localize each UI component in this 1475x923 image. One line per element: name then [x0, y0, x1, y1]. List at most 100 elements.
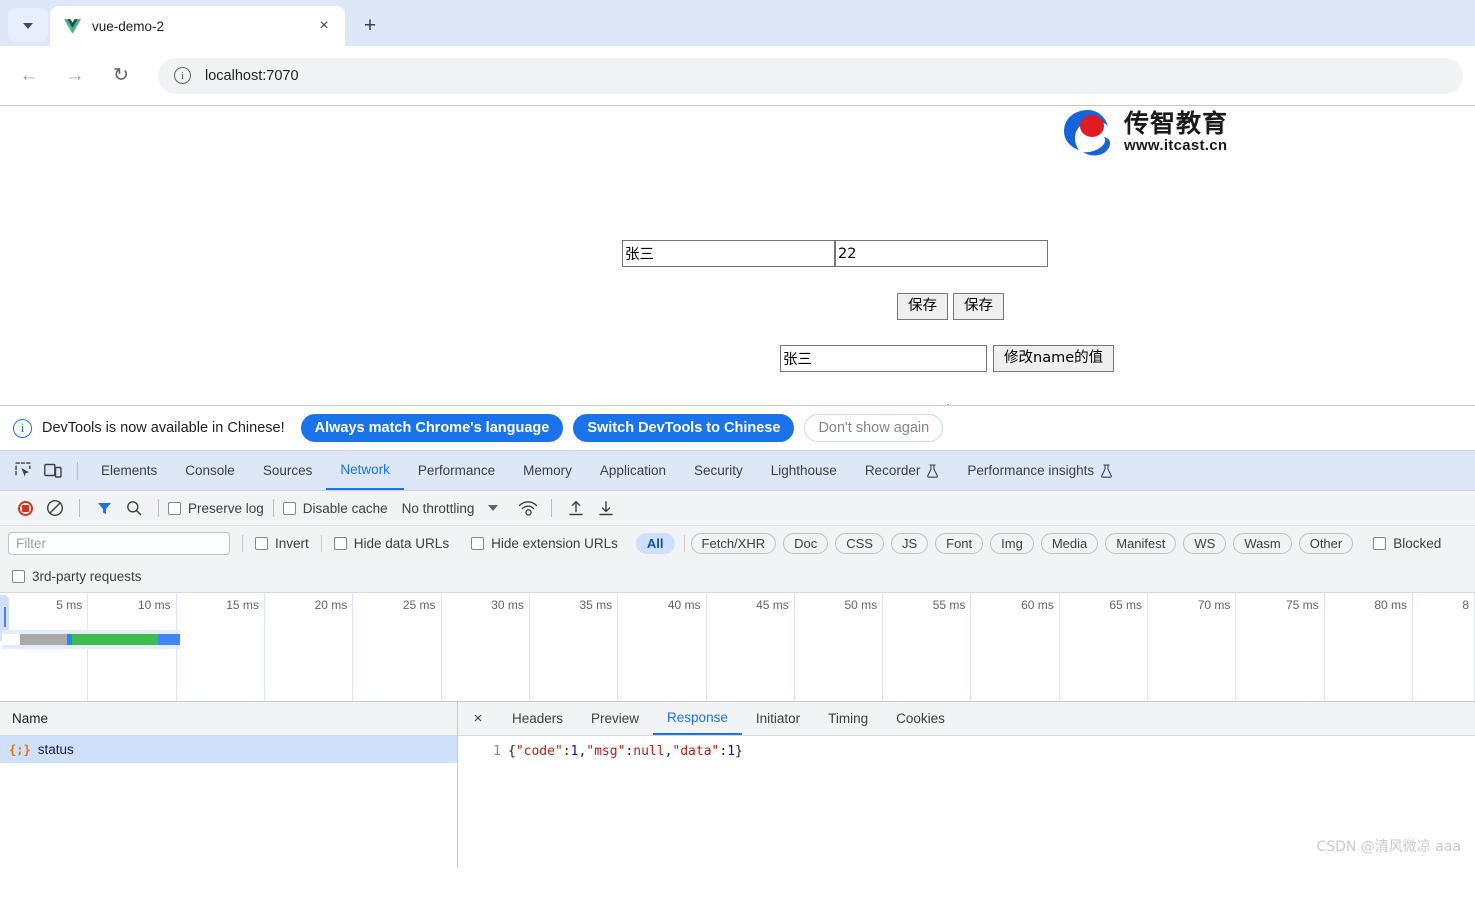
timeline-tick-label: 65 ms [1109, 598, 1143, 612]
detail-tab-headers[interactable]: Headers [498, 702, 577, 735]
type-filter-media[interactable]: Media [1040, 532, 1099, 554]
column-header-name[interactable]: Name [0, 702, 457, 736]
type-filter-css[interactable]: CSS [835, 532, 884, 554]
filter-input[interactable] [8, 531, 230, 555]
hide-extension-urls-checkbox[interactable]: Hide extension URLs [471, 536, 618, 551]
type-filter-manifest[interactable]: Manifest [1105, 532, 1177, 554]
modify-name-button[interactable]: 修改name的值 [993, 345, 1115, 372]
checkbox-label: Preserve log [188, 500, 264, 516]
tab-label: Performance [417, 463, 496, 478]
save-button-2[interactable]: 保存 [953, 293, 1004, 320]
invert-checkbox[interactable]: Invert [255, 536, 309, 551]
type-filter-fetch-xhr[interactable]: Fetch/XHR [690, 532, 777, 554]
divider [77, 461, 78, 480]
dont-show-again-button[interactable]: Don't show again [804, 414, 944, 442]
third-party-requests-checkbox[interactable]: 3rd-party requests [12, 569, 142, 584]
browser-tab[interactable]: vue-demo-2 × [50, 6, 345, 46]
reload-icon[interactable]: ↻ [104, 59, 138, 93]
timeline-segment-queueing [2, 634, 20, 645]
record-indicator [17, 500, 33, 516]
json-token: "data" [672, 744, 720, 759]
address-bar[interactable]: i localhost:7070 [158, 57, 1463, 94]
network-timeline-overview[interactable]: 5 ms 10 ms 15 ms 20 ms 25 ms 30 ms 35 ms… [0, 592, 1475, 702]
checkbox-box [1373, 536, 1387, 550]
always-match-language-button[interactable]: Always match Chrome's language [300, 414, 564, 442]
device-toolbar-icon[interactable] [38, 457, 68, 485]
timeline-tick: 45 ms [707, 593, 795, 701]
request-detail-pane: × Headers Preview Response Initiator Tim… [458, 702, 1475, 868]
wifi-settings-icon[interactable] [512, 494, 542, 522]
tab-application[interactable]: Application [586, 451, 680, 490]
close-icon[interactable]: × [458, 702, 498, 735]
chevron-down-icon[interactable] [488, 505, 499, 511]
tab-security[interactable]: Security [680, 451, 757, 490]
browser-toolbar: ← → ↻ i localhost:7070 [0, 46, 1475, 105]
tab-recorder[interactable]: Recorder [851, 451, 954, 490]
type-filter-wasm[interactable]: Wasm [1233, 532, 1292, 554]
timeline-tick-label: 5 ms [56, 598, 83, 612]
gender-text: 女 [941, 399, 957, 405]
clear-network-icon[interactable] [40, 494, 70, 522]
save-button-1[interactable]: 保存 [897, 293, 948, 320]
timeline-tick: 40 ms [618, 593, 707, 701]
tab-performance-insights[interactable]: Performance insights [953, 451, 1127, 490]
response-body: 1 {"code":1,"msg":null,"data":1} [458, 736, 1475, 868]
hide-data-urls-checkbox[interactable]: Hide data URLs [333, 536, 449, 551]
import-har-icon[interactable] [561, 494, 591, 522]
type-filter-other[interactable]: Other [1298, 532, 1354, 554]
timeline-tick-label: 50 ms [844, 598, 878, 612]
checkbox-box [333, 536, 347, 550]
forward-icon[interactable]: → [58, 59, 92, 93]
back-icon[interactable]: ← [12, 59, 46, 93]
tab-elements[interactable]: Elements [87, 451, 171, 490]
close-icon[interactable]: × [313, 15, 335, 37]
save-buttons-row: 保存 保存 [897, 293, 1004, 320]
notice-message: DevTools is now available in Chinese! [42, 420, 285, 436]
tab-search-button[interactable] [8, 8, 48, 42]
age-input[interactable] [835, 240, 1048, 267]
detail-tab-preview[interactable]: Preview [577, 702, 653, 735]
type-filter-font[interactable]: Font [935, 532, 984, 554]
type-filter-ws[interactable]: WS [1183, 532, 1227, 554]
tab-label: Application [599, 463, 666, 478]
detail-tab-cookies[interactable]: Cookies [882, 702, 959, 735]
devtools-tab-bar: Elements Console Sources Network Perform… [0, 451, 1475, 491]
switch-to-chinese-button[interactable]: Switch DevTools to Chinese [573, 414, 795, 442]
name-input[interactable] [622, 240, 835, 267]
line-number: 1 [493, 744, 501, 759]
throttling-select[interactable]: No throttling [402, 501, 475, 516]
page-viewport: 传智教育 www.itcast.cn 保存 保存 修改name的值 女 发送PO… [0, 105, 1475, 405]
tab-performance[interactable]: Performance [404, 451, 509, 490]
divider [158, 499, 159, 517]
checkbox-box [12, 569, 25, 583]
disable-cache-checkbox[interactable]: Disable cache [282, 501, 388, 516]
new-tab-button[interactable]: + [355, 10, 385, 40]
response-json-text[interactable]: {"code":1,"msg":null,"data":1} [508, 744, 743, 868]
inspect-element-icon[interactable] [8, 457, 38, 485]
tab-memory[interactable]: Memory [509, 451, 586, 490]
tab-console[interactable]: Console [171, 451, 249, 490]
checkbox-box [471, 536, 485, 550]
detail-tab-timing[interactable]: Timing [814, 702, 882, 735]
search-icon[interactable] [119, 494, 149, 522]
site-info-icon[interactable]: i [174, 67, 191, 84]
name-input-2[interactable] [780, 345, 987, 372]
table-row[interactable]: {;} status [0, 736, 457, 763]
json-icon: {;} [9, 742, 31, 757]
detail-tab-response[interactable]: Response [653, 702, 742, 735]
type-filter-js[interactable]: JS [890, 532, 929, 554]
tab-lighthouse[interactable]: Lighthouse [757, 451, 851, 490]
timeline-tick: 80 ms [1325, 593, 1413, 701]
record-stop-icon[interactable] [10, 494, 40, 522]
timeline-tick-label: 25 ms [402, 598, 436, 612]
detail-tab-initiator[interactable]: Initiator [742, 702, 814, 735]
export-har-icon[interactable] [591, 494, 621, 522]
blocked-checkbox[interactable]: Blocked [1373, 536, 1441, 551]
preserve-log-checkbox[interactable]: Preserve log [168, 501, 264, 516]
filter-funnel-icon[interactable] [89, 494, 119, 522]
type-filter-doc[interactable]: Doc [783, 532, 829, 554]
tab-sources[interactable]: Sources [249, 451, 327, 490]
type-filter-img[interactable]: Img [990, 532, 1034, 554]
type-filter-all[interactable]: All [635, 532, 675, 554]
tab-network[interactable]: Network [326, 451, 404, 490]
